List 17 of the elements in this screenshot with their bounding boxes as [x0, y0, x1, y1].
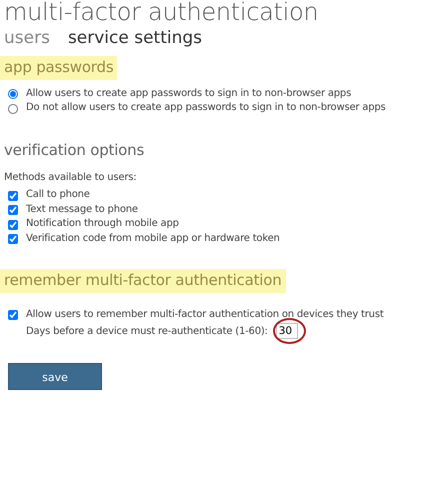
save-button[interactable]: save [8, 363, 102, 390]
tab[interactable]: users [4, 28, 50, 48]
days-label: Days before a device must re-authenticate (1-60): [26, 324, 268, 339]
method-label: Text message to phone [26, 204, 138, 216]
option-label: Allow users to create app passwords to sign in to non-browser apps [26, 88, 352, 100]
option-label: Do not allow users to create app passwords to sign in to non-browser apps [26, 102, 386, 115]
option-label: Allow users to remember multi-factor authentication on devices they trust [26, 308, 384, 322]
page-title: multi-factor authentication [4, 0, 320, 24]
method-label: Call to phone [26, 189, 90, 202]
section-heading: verification options [3, 140, 146, 161]
section-heading: app passwords [0, 56, 118, 80]
method-label: Verification code from mobile app or hardware token [26, 232, 280, 246]
methods-label: Methods available to users: [4, 171, 138, 186]
section-heading: remember multi-factor authentication [0, 269, 286, 293]
tab[interactable]: service settings [68, 28, 202, 48]
days-field[interactable]: 30 [276, 323, 298, 340]
method-label: Notification through mobile app [26, 218, 179, 231]
